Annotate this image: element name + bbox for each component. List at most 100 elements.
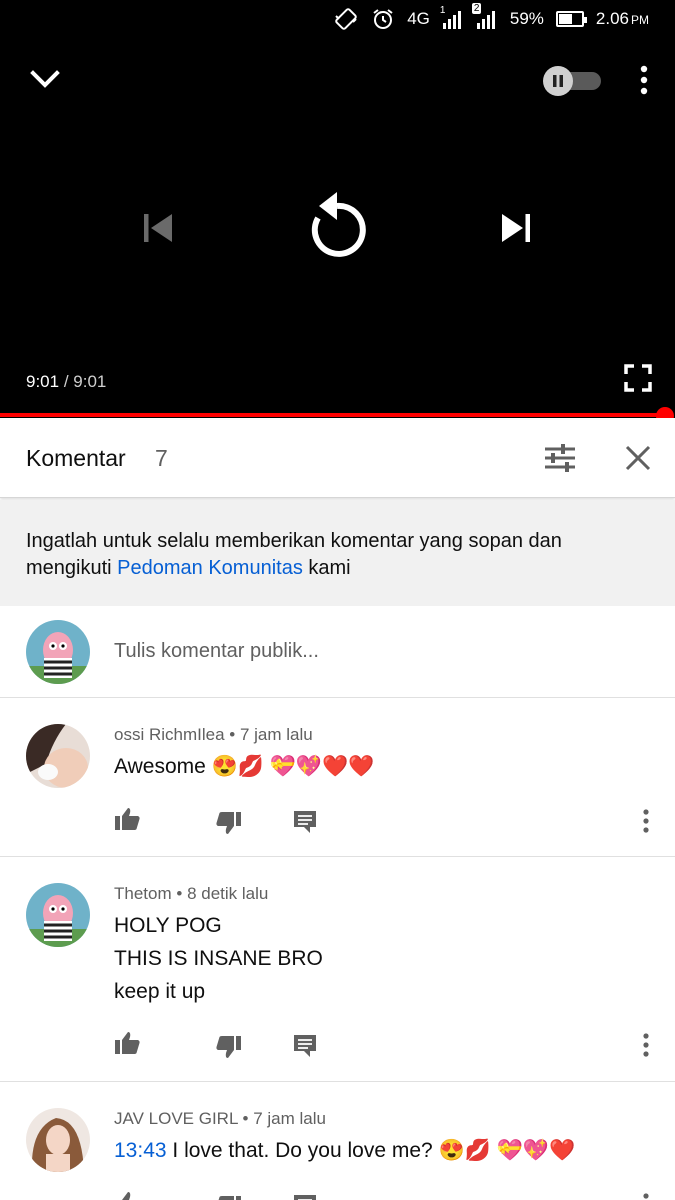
meta-dot: • — [242, 1109, 249, 1128]
close-comments-button[interactable] — [620, 440, 656, 476]
collapse-player-button[interactable] — [26, 64, 64, 96]
alarm-icon — [371, 7, 395, 31]
seek-bar-track[interactable] — [0, 413, 663, 417]
fullscreen-button[interactable] — [622, 362, 654, 394]
comment-body: I love that. Do you love me? 😍💋 💝💖❤️ — [166, 1139, 576, 1162]
comment-author[interactable]: ossi RichmIlea — [114, 725, 225, 744]
reply-button[interactable] — [291, 805, 319, 833]
more-vert-icon — [643, 1033, 649, 1057]
comment-actions — [114, 805, 654, 835]
comment-actions — [114, 1189, 654, 1200]
community-notice: Ingatlah untuk selalu memberikan komenta… — [0, 500, 675, 606]
seek-bar-progress — [0, 413, 663, 417]
battery-percent: 59% — [509, 9, 544, 28]
clock: 2.06 PM — [596, 9, 649, 29]
comment-text: Awesome 😍💋 💝💖❤️❤️ — [114, 755, 375, 778]
next-video-button[interactable] — [496, 208, 536, 248]
notice-text-end: kami — [302, 557, 351, 579]
skip-previous-icon — [144, 214, 172, 242]
autoplay-toggle-icon — [543, 66, 573, 96]
comment-actions — [114, 1029, 654, 1059]
network-type: 4G — [407, 9, 430, 28]
my-avatar — [26, 620, 90, 684]
comment-age: 7 jam lalu — [239, 725, 313, 744]
signal-sim1-icon: 1 — [440, 5, 464, 29]
reply-comment-icon — [294, 1195, 316, 1200]
dislike-button[interactable] — [214, 805, 242, 834]
player-more-button[interactable] — [632, 62, 656, 98]
comment-item: Thetom • 8 detik lalu HOLY POG THIS IS I… — [0, 858, 675, 1082]
comment-more-button[interactable] — [636, 805, 656, 833]
status-bar: 4G 1 2 59% 2.06 PM — [0, 0, 675, 38]
comment-more-button[interactable] — [636, 1189, 656, 1200]
more-vert-icon — [640, 65, 648, 95]
comment-meta: JAV LOVE GIRL • 7 jam lalu — [114, 1109, 326, 1129]
thumb-up-icon — [115, 1032, 140, 1054]
comment-meta: Thetom • 8 detik lalu — [114, 884, 268, 904]
like-button[interactable] — [114, 1029, 142, 1057]
comment-item: JAV LOVE GIRL • 7 jam lalu 13:43 I love … — [0, 1083, 675, 1200]
comment-meta: ossi RichmIlea • 7 jam lalu — [114, 725, 313, 745]
timestamp-link[interactable]: 13:43 — [114, 1139, 167, 1162]
video-player[interactable]: 4G 1 2 59% 2.06 PM 9:01 / 9:01 — [0, 0, 675, 418]
comment-author[interactable]: JAV LOVE GIRL — [114, 1109, 238, 1128]
duration: 9:01 — [73, 372, 107, 391]
comments-count: 7 — [155, 445, 168, 471]
previous-video-button[interactable] — [138, 208, 178, 248]
meta-dot: • — [229, 725, 236, 744]
sort-tune-icon — [545, 444, 575, 472]
close-icon — [625, 445, 651, 471]
comment-avatar[interactable] — [26, 883, 90, 947]
thumb-up-icon — [122, 1192, 138, 1200]
thumb-up-icon — [115, 808, 140, 830]
comment-line: HOLY POG — [114, 914, 222, 937]
thumb-down-icon — [216, 1036, 241, 1058]
like-button[interactable] — [114, 805, 142, 833]
replay-icon — [311, 192, 366, 257]
more-vert-icon — [643, 1193, 649, 1199]
comment-author[interactable]: Thetom — [114, 884, 172, 903]
comment-more-button[interactable] — [636, 1029, 656, 1057]
time-readout: 9:01 / 9:01 — [26, 372, 106, 392]
more-vert-icon — [643, 809, 649, 833]
reply-comment-icon — [294, 1035, 316, 1057]
replay-button[interactable] — [302, 186, 372, 266]
comment-avatar[interactable] — [26, 1108, 90, 1172]
comment-age: 8 detik lalu — [187, 884, 269, 903]
dislike-button[interactable] — [214, 1189, 242, 1200]
community-guidelines-link[interactable]: Pedoman Komunitas — [117, 557, 303, 579]
meta-dot: • — [176, 884, 183, 903]
clock-ampm: PM — [631, 13, 649, 27]
comment-compose[interactable]: Tulis komentar publik... — [0, 606, 675, 698]
current-time: 9:01 — [26, 372, 60, 391]
skip-next-icon — [502, 214, 530, 242]
fullscreen-icon — [624, 364, 652, 392]
comments-header: Komentar 7 — [0, 418, 675, 498]
comment-input[interactable]: Tulis komentar publik... — [114, 640, 319, 663]
screen-rotation-icon — [333, 7, 359, 31]
dislike-button[interactable] — [214, 1029, 242, 1058]
comment-avatar[interactable] — [26, 724, 90, 788]
comment-line: THIS IS INSANE BRO — [114, 947, 323, 970]
sim1-label: 1 — [439, 5, 446, 16]
reply-comment-icon — [294, 811, 316, 833]
comments-title: Komentar — [26, 445, 126, 471]
signal-sim2-icon: 2 — [471, 3, 498, 29]
time-separator: / — [63, 372, 69, 391]
thumb-down-icon — [218, 1196, 241, 1200]
comment-text: HOLY POG THIS IS INSANE BRO keep it up — [114, 909, 323, 1008]
sort-comments-button[interactable] — [542, 440, 578, 476]
comment-item: ossi RichmIlea • 7 jam lalu Awesome 😍💋 💝… — [0, 699, 675, 857]
battery-icon — [555, 11, 587, 27]
comment-line: keep it up — [114, 980, 206, 1003]
comment-text: 13:43 I love that. Do you love me? 😍💋 💝💖… — [114, 1134, 575, 1167]
reply-button[interactable] — [291, 1029, 319, 1057]
clock-time: 2.06 — [595, 9, 629, 28]
reply-button[interactable] — [291, 1189, 319, 1200]
like-button[interactable] — [114, 1189, 142, 1200]
chevron-down-icon — [30, 70, 60, 88]
sim2-label: 2 — [471, 3, 482, 14]
autoplay-toggle[interactable] — [543, 66, 603, 96]
battery-level-fill — [558, 14, 572, 24]
thumb-down-icon — [216, 812, 241, 834]
